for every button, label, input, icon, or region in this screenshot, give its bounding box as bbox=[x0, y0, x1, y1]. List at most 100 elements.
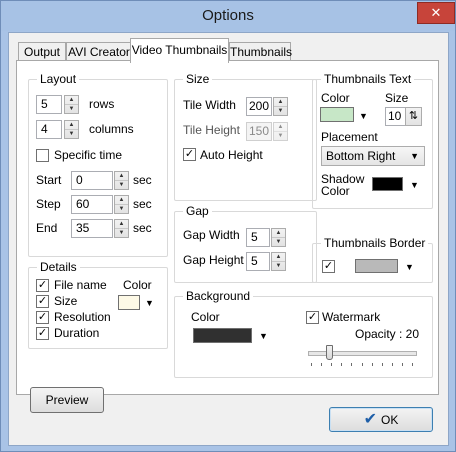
ok-label: OK bbox=[381, 413, 399, 427]
details-group: Details ✓ File name ✓ Size ✓ Resolution … bbox=[28, 260, 168, 349]
shadow-color-dropdown-icon[interactable]: ▼ bbox=[410, 180, 419, 190]
file-name-checkbox[interactable]: ✓ bbox=[36, 279, 49, 292]
details-color-swatch[interactable] bbox=[118, 295, 140, 310]
size-group: Size Tile Width 200 ▲ ▼ Tile Height 150 … bbox=[174, 72, 317, 201]
preview-button[interactable]: Preview bbox=[30, 387, 104, 413]
opacity-slider-tick bbox=[341, 363, 343, 366]
opacity-slider-thumb[interactable] bbox=[326, 345, 334, 360]
thumbnails-border-title: Thumbnails Border bbox=[321, 236, 429, 250]
columns-down-arrow-icon[interactable]: ▼ bbox=[65, 130, 78, 138]
text-size-input[interactable]: 10 bbox=[385, 107, 406, 126]
tab-video-thumbnails[interactable]: Video Thumbnails bbox=[130, 38, 229, 63]
border-color-dropdown-icon[interactable]: ▼ bbox=[405, 262, 414, 272]
columns-label: columns bbox=[89, 122, 134, 136]
title-bar: Options ✕ bbox=[1, 1, 455, 31]
end-unit: sec bbox=[133, 221, 152, 235]
background-color-dropdown-icon[interactable]: ▼ bbox=[259, 331, 268, 341]
dialog-client-area: Output AVI Creator Video Thumbnails Thum… bbox=[8, 32, 449, 446]
ok-button[interactable]: ✔ OK bbox=[329, 407, 433, 432]
tile-width-spinner[interactable]: ▲ ▼ bbox=[273, 97, 288, 116]
size-checkbox[interactable]: ✓ bbox=[36, 295, 49, 308]
thumbnails-border-checkbox[interactable]: ✓ bbox=[322, 260, 335, 273]
gap-width-input[interactable]: 5 bbox=[246, 228, 270, 247]
start-spinner[interactable]: ▲ ▼ bbox=[114, 171, 129, 190]
gap-height-spinner[interactable]: ▲ ▼ bbox=[271, 252, 286, 271]
columns-input[interactable]: 4 bbox=[36, 120, 62, 139]
step-down-arrow-icon[interactable]: ▼ bbox=[115, 205, 128, 213]
shadow-label-line2: Color bbox=[321, 184, 350, 198]
placement-value: Bottom Right bbox=[326, 149, 396, 163]
gap-height-label: Gap Height bbox=[183, 253, 244, 267]
details-color-dropdown-icon[interactable]: ▼ bbox=[145, 298, 154, 308]
specific-time-checkbox[interactable] bbox=[36, 149, 49, 162]
start-up-arrow-icon[interactable]: ▲ bbox=[115, 172, 128, 181]
thumbnails-border-group: Thumbnails Border ✓ ▼ bbox=[312, 236, 433, 283]
opacity-label: Opacity : 20 bbox=[355, 327, 420, 341]
placement-label: Placement bbox=[321, 130, 378, 144]
tile-height-up-arrow-icon[interactable]: ▲ bbox=[274, 123, 287, 132]
border-color-swatch[interactable] bbox=[355, 259, 398, 273]
gap-width-up-arrow-icon[interactable]: ▲ bbox=[272, 229, 285, 238]
tile-height-spinner[interactable]: ▲ ▼ bbox=[273, 122, 288, 141]
shadow-color-swatch[interactable] bbox=[372, 177, 403, 191]
tile-height-down-arrow-icon[interactable]: ▼ bbox=[274, 132, 287, 140]
watermark-checkbox[interactable]: ✓ bbox=[306, 311, 319, 324]
step-up-arrow-icon[interactable]: ▲ bbox=[115, 196, 128, 205]
opacity-slider-track[interactable] bbox=[308, 351, 417, 356]
placement-select[interactable]: Bottom Right ▼ bbox=[321, 146, 425, 166]
resolution-checkbox[interactable]: ✓ bbox=[36, 311, 49, 324]
rows-input[interactable]: 5 bbox=[36, 95, 62, 114]
start-down-arrow-icon[interactable]: ▼ bbox=[115, 181, 128, 189]
text-color-dropdown-icon[interactable]: ▼ bbox=[359, 111, 368, 121]
layout-group-title: Layout bbox=[37, 72, 80, 86]
opacity-slider-tick bbox=[381, 363, 383, 366]
background-group: Background Color ▼ ✓ Watermark Opacity :… bbox=[174, 289, 433, 378]
text-size-updown-icon[interactable]: ⇅ bbox=[405, 107, 422, 126]
gap-height-up-arrow-icon[interactable]: ▲ bbox=[272, 253, 285, 262]
background-color-label: Color bbox=[191, 310, 220, 324]
text-color-swatch[interactable] bbox=[320, 107, 354, 122]
duration-checkbox[interactable]: ✓ bbox=[36, 327, 49, 340]
opacity-slider-tick bbox=[391, 363, 393, 366]
auto-height-checkbox[interactable]: ✓ bbox=[183, 148, 196, 161]
gap-width-spinner[interactable]: ▲ ▼ bbox=[271, 228, 286, 247]
start-input[interactable]: 0 bbox=[71, 171, 113, 190]
tile-width-input[interactable]: 200 bbox=[246, 97, 272, 116]
end-up-arrow-icon[interactable]: ▲ bbox=[115, 220, 128, 229]
duration-label: Duration bbox=[54, 326, 100, 340]
rows-spinner[interactable]: ▲ ▼ bbox=[64, 95, 79, 114]
step-input[interactable]: 60 bbox=[71, 195, 113, 214]
gap-width-down-arrow-icon[interactable]: ▼ bbox=[272, 238, 285, 246]
opacity-slider-tick bbox=[371, 363, 373, 366]
resolution-label: Resolution bbox=[54, 310, 111, 324]
tile-width-up-arrow-icon[interactable]: ▲ bbox=[274, 98, 287, 107]
step-spinner[interactable]: ▲ ▼ bbox=[114, 195, 129, 214]
tab-avi-creator[interactable]: AVI Creator bbox=[66, 42, 132, 62]
tile-width-down-arrow-icon[interactable]: ▼ bbox=[274, 107, 287, 115]
gap-height-input[interactable]: 5 bbox=[246, 252, 270, 271]
tab-output[interactable]: Output bbox=[18, 42, 66, 62]
layout-group: Layout 5 ▲ ▼ rows 4 ▲ ▼ columns Specific… bbox=[28, 72, 168, 257]
background-color-swatch[interactable] bbox=[193, 328, 252, 343]
end-input[interactable]: 35 bbox=[71, 219, 113, 238]
close-button[interactable]: ✕ bbox=[417, 2, 455, 24]
tab-thumbnails[interactable]: Thumbnails bbox=[229, 42, 292, 62]
gap-height-down-arrow-icon[interactable]: ▼ bbox=[272, 262, 285, 270]
columns-up-arrow-icon[interactable]: ▲ bbox=[65, 121, 78, 130]
tile-height-input[interactable]: 150 bbox=[246, 122, 272, 141]
window-title: Options bbox=[202, 7, 254, 24]
text-color-label: Color bbox=[321, 91, 350, 105]
size-group-title: Size bbox=[183, 72, 213, 86]
auto-height-label: Auto Height bbox=[200, 148, 263, 162]
rows-down-arrow-icon[interactable]: ▼ bbox=[65, 105, 78, 113]
opacity-slider-tick bbox=[412, 363, 413, 366]
rows-up-arrow-icon[interactable]: ▲ bbox=[65, 96, 78, 105]
details-color-label: Color bbox=[123, 278, 152, 292]
opacity-slider-tick bbox=[311, 363, 312, 366]
end-down-arrow-icon[interactable]: ▼ bbox=[115, 229, 128, 237]
start-label: Start bbox=[36, 173, 62, 187]
gap-group-title: Gap bbox=[183, 204, 212, 218]
text-size-label: Size bbox=[385, 91, 409, 105]
columns-spinner[interactable]: ▲ ▼ bbox=[64, 120, 79, 139]
end-spinner[interactable]: ▲ ▼ bbox=[114, 219, 129, 238]
